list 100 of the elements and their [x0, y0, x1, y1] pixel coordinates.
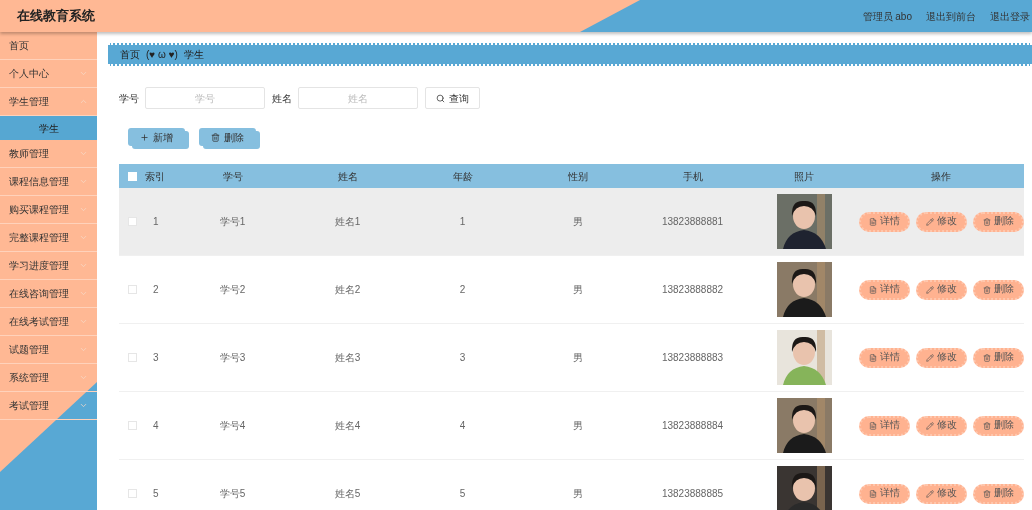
chevron-icon: [79, 97, 88, 106]
menu-item[interactable]: 考试管理: [0, 392, 97, 420]
search-button[interactable]: 查询: [425, 87, 480, 109]
document-icon: [868, 217, 877, 226]
column-header: 年龄: [451, 169, 474, 184]
header-link[interactable]: 退出到前台: [926, 8, 976, 24]
column-header: 学号: [221, 169, 244, 184]
chevron-icon: [79, 69, 88, 78]
edit-button[interactable]: 修改: [915, 415, 967, 436]
table-cell-text: 学号5: [218, 487, 247, 501]
app-title: 在线教育系统: [17, 7, 95, 26]
column-header: 照片: [793, 169, 815, 184]
pencil-icon: [925, 353, 934, 362]
table-cell-text: 男: [571, 487, 584, 501]
header-link[interactable]: 退出登录: [990, 8, 1030, 24]
plus-icon: [140, 132, 149, 142]
menu-item[interactable]: 学习进度管理: [0, 252, 97, 280]
breadcrumb-item: 学生: [183, 48, 204, 62]
table-cell-text: 13823888884: [660, 419, 725, 433]
chevron-icon: [79, 345, 88, 354]
row-checkbox[interactable]: [128, 285, 137, 294]
delete-button[interactable]: 删除: [972, 483, 1024, 504]
menu-item[interactable]: 课程信息管理: [0, 168, 97, 196]
column-header: 操作: [930, 169, 952, 184]
table-cell-text: 男: [571, 419, 584, 433]
chevron-icon: [79, 149, 88, 158]
trash-icon: [982, 489, 991, 498]
delete-button[interactable]: 删除: [972, 347, 1024, 368]
chevron-icon: [79, 177, 88, 186]
table-cell-text: 2: [152, 283, 160, 297]
table-cell-text: 5: [152, 487, 160, 501]
delete-button[interactable]: 删除: [972, 211, 1024, 232]
select-all-checkbox[interactable]: [128, 171, 137, 181]
pencil-icon: [925, 285, 934, 294]
trash-icon: [211, 132, 220, 142]
row-checkbox[interactable]: [128, 217, 137, 226]
table-cell-text: 3: [458, 351, 467, 365]
table-cell-text: 13823888885: [660, 487, 725, 501]
delete-button[interactable]: 删除: [972, 279, 1024, 300]
table-cell-text: 13823888882: [660, 283, 725, 297]
edit-button[interactable]: 修改: [915, 347, 967, 368]
details-button[interactable]: 详情: [858, 347, 910, 368]
details-button[interactable]: 详情: [858, 483, 910, 504]
pencil-icon: [925, 217, 934, 226]
edit-button[interactable]: 修改: [915, 279, 967, 300]
row-checkbox[interactable]: [128, 353, 137, 362]
user-label: 管理员 abo: [862, 9, 912, 24]
menu-item[interactable]: 试题管理: [0, 336, 97, 364]
chevron-icon: [79, 289, 88, 298]
table-cell-text: 姓名4: [333, 419, 362, 433]
chevron-icon: [79, 261, 88, 270]
menu-item[interactable]: 购买课程管理: [0, 196, 97, 224]
table-cell-text: 姓名3: [333, 351, 362, 365]
menu-item[interactable]: 完整课程管理: [0, 224, 97, 252]
breadcrumb-item[interactable]: 首页: [120, 47, 140, 62]
chevron-icon: [79, 205, 88, 214]
field-label: 姓名: [272, 91, 292, 106]
menu-item[interactable]: 在线咨询管理: [0, 280, 97, 308]
column-header: 姓名: [336, 169, 359, 184]
trash-icon: [982, 217, 991, 226]
table-cell-text: 学号3: [218, 351, 247, 365]
details-button[interactable]: 详情: [858, 415, 910, 436]
table-cell-text: 学号2: [218, 283, 247, 297]
menu-item[interactable]: 首页: [0, 32, 97, 60]
menu-item[interactable]: 教师管理: [0, 140, 97, 168]
pencil-icon: [925, 489, 934, 498]
search-field[interactable]: 学号: [145, 87, 265, 109]
edit-button[interactable]: 修改: [915, 483, 967, 504]
table-cell-text: 1: [152, 215, 160, 229]
edit-button[interactable]: 修改: [915, 211, 967, 232]
table-cell-text: 男: [571, 351, 584, 365]
field-label: 学号: [119, 91, 139, 106]
document-icon: [868, 421, 877, 430]
trash-icon: [982, 353, 991, 362]
trash-icon: [982, 285, 991, 294]
chevron-icon: [79, 373, 88, 382]
column-header: 索引: [145, 169, 166, 184]
search-icon: [436, 93, 445, 103]
details-button[interactable]: 详情: [858, 211, 910, 232]
document-icon: [868, 285, 877, 294]
details-button[interactable]: 详情: [858, 279, 910, 300]
table-cell-text: 男: [571, 215, 584, 229]
table-cell-text: 姓名5: [333, 487, 362, 501]
table-cell-text: 1: [458, 215, 467, 229]
row-checkbox[interactable]: [128, 421, 137, 430]
table-cell-text: 2: [458, 283, 467, 297]
table-cell-text: 男: [571, 283, 584, 297]
table-cell-text: 学号4: [218, 419, 247, 433]
table-cell-text: 3: [152, 351, 160, 365]
delete-button[interactable]: 删除: [972, 415, 1024, 436]
menu-item[interactable]: 在线考试管理: [0, 308, 97, 336]
submenu-item[interactable]: 学生: [0, 116, 97, 140]
row-checkbox[interactable]: [128, 489, 137, 498]
search-field[interactable]: 姓名: [298, 87, 418, 109]
menu-item[interactable]: 个人中心: [0, 60, 97, 88]
table-cell-text: 13823888881: [660, 215, 725, 229]
table-cell-text: 姓名2: [333, 283, 362, 297]
menu-item[interactable]: 系统管理: [0, 364, 97, 392]
chevron-icon: [79, 401, 88, 410]
pencil-icon: [925, 421, 934, 430]
